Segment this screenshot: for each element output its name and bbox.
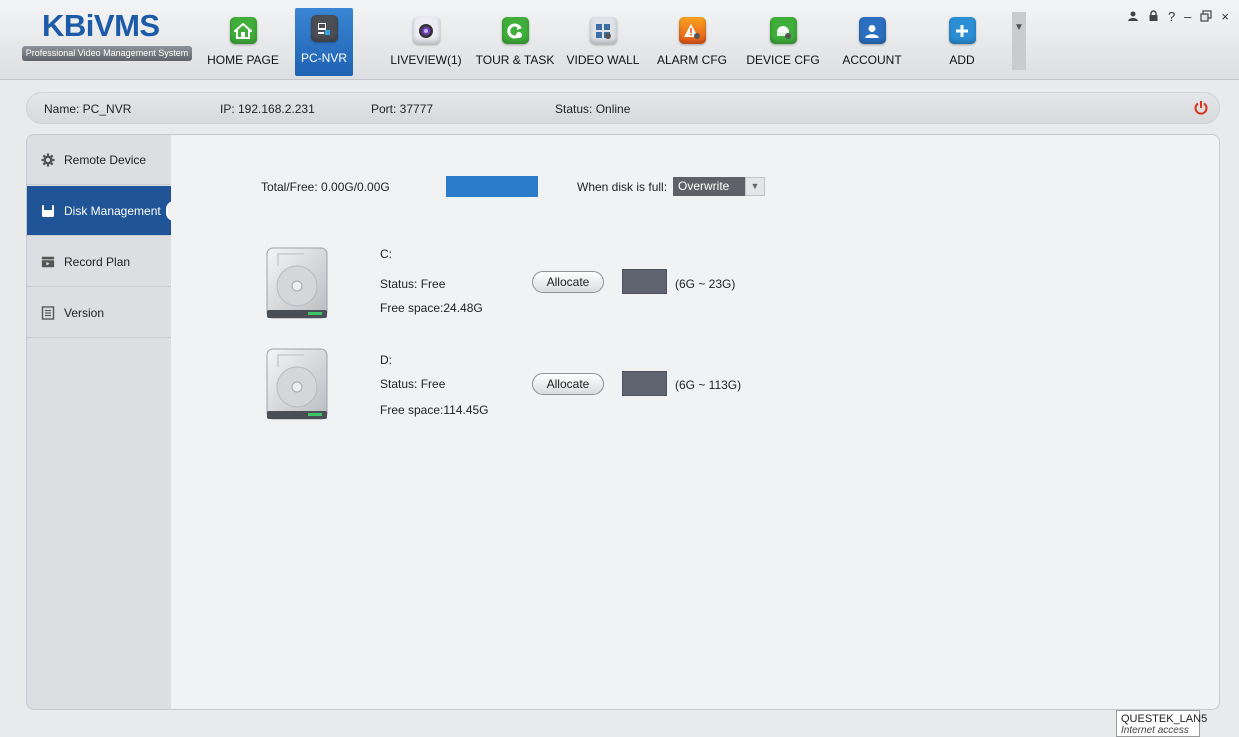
nav-account[interactable]: ACCOUNT bbox=[840, 10, 904, 76]
sidebar-item-label: Disk Management bbox=[64, 203, 161, 218]
allocate-range: (6G ~ 23G) bbox=[675, 277, 736, 291]
logo-subtitle: Professional Video Management System bbox=[22, 46, 192, 61]
nav-device-cfg[interactable]: DEVICE CFG bbox=[746, 10, 820, 76]
disk-full-policy-select[interactable]: Overwrite ▼ bbox=[673, 177, 765, 196]
allocate-button[interactable]: Allocate bbox=[532, 373, 604, 395]
sidebar-item-remote-device[interactable]: Remote Device bbox=[27, 135, 172, 185]
chevron-down-icon[interactable]: ▼ bbox=[745, 177, 765, 196]
allocate-size-input[interactable] bbox=[622, 269, 667, 294]
nav-pc-nvr[interactable]: PC-NVR bbox=[295, 8, 353, 76]
device-ip: IP: 192.168.2.231 bbox=[220, 102, 315, 116]
alarm-icon bbox=[678, 17, 706, 44]
refresh-icon bbox=[501, 17, 529, 44]
disk-drive-label: C: bbox=[380, 247, 392, 261]
sidebar: Remote Device Disk Management Record Pla… bbox=[26, 134, 174, 710]
hard-disk-icon bbox=[266, 348, 328, 420]
nav-label: PC-NVR bbox=[300, 51, 347, 65]
disk-management-panel: Total/Free: 0.00G/0.00G When disk is ful… bbox=[171, 134, 1220, 710]
allocate-size-input[interactable] bbox=[622, 371, 667, 396]
nav-label: TOUR & TASK bbox=[475, 53, 555, 67]
capacity-bar bbox=[446, 176, 538, 197]
allocate-range: (6G ~ 113G) bbox=[675, 378, 742, 392]
disk-full-policy-value: Overwrite bbox=[673, 177, 745, 196]
lock-icon[interactable] bbox=[1148, 10, 1159, 25]
nav-label: DEVICE CFG bbox=[746, 53, 820, 67]
power-icon[interactable] bbox=[1193, 100, 1209, 116]
device-cfg-icon bbox=[769, 17, 797, 44]
device-status: Status: Online bbox=[555, 102, 631, 116]
sidebar-item-label: Record Plan bbox=[64, 254, 131, 269]
more-tabs-dropdown-icon[interactable]: ▼ bbox=[1012, 12, 1026, 70]
help-icon[interactable]: ? bbox=[1168, 10, 1175, 25]
total-free-label: Total/Free: 0.00G/0.00G bbox=[261, 180, 390, 194]
device-info-bar: Name: PC_NVR IP: 192.168.2.231 Port: 377… bbox=[26, 92, 1220, 124]
hard-disk-icon bbox=[266, 247, 328, 319]
sidebar-item-disk-management[interactable]: Disk Management bbox=[27, 186, 174, 236]
video-wall-icon bbox=[589, 17, 617, 44]
window-controls: ? – × bbox=[1127, 10, 1229, 25]
add-icon bbox=[948, 17, 976, 44]
restore-icon[interactable] bbox=[1200, 10, 1213, 25]
disk-free-space: Free space:114.45G bbox=[380, 403, 489, 417]
gear-icon bbox=[41, 153, 55, 166]
disk-status: Status: Free bbox=[380, 377, 446, 391]
nav-label: LIVEVIEW(1) bbox=[390, 53, 462, 67]
allocate-button[interactable]: Allocate bbox=[532, 271, 604, 293]
sidebar-item-label: Version bbox=[64, 305, 105, 320]
nav-label: HOME PAGE bbox=[207, 53, 279, 67]
disk-drive-label: D: bbox=[380, 353, 392, 367]
minimize-icon[interactable]: – bbox=[1184, 10, 1191, 25]
disk-icon bbox=[42, 204, 54, 217]
nav-label: ALARM CFG bbox=[656, 53, 727, 67]
pc-nvr-icon bbox=[310, 15, 338, 42]
nav-video-wall[interactable]: VIDEO WALL bbox=[566, 10, 640, 76]
home-icon bbox=[229, 17, 257, 44]
disk-status: Status: Free bbox=[380, 277, 446, 291]
close-icon[interactable]: × bbox=[1221, 10, 1229, 25]
device-name: Name: PC_NVR bbox=[44, 102, 132, 116]
sidebar-item-version[interactable]: Version bbox=[27, 288, 172, 338]
when-disk-full-label: When disk is full: bbox=[577, 180, 668, 194]
camera-icon bbox=[412, 17, 440, 44]
sidebar-item-label: Remote Device bbox=[64, 152, 147, 167]
user-icon[interactable] bbox=[1127, 10, 1139, 25]
logo-text: KBiVMS bbox=[42, 8, 160, 43]
nav-label: ACCOUNT bbox=[842, 53, 902, 67]
network-tooltip: QUESTEK_LAN5 Internet access bbox=[1116, 710, 1208, 737]
nav-add[interactable]: ADD bbox=[940, 10, 984, 76]
app-logo: KBiVMS Professional Video Management Sys… bbox=[16, 6, 192, 68]
top-toolbar: KBiVMS Professional Video Management Sys… bbox=[0, 0, 1239, 80]
nav-liveview[interactable]: LIVEVIEW(1) bbox=[386, 10, 466, 76]
nav-label: ADD bbox=[949, 53, 975, 67]
record-plan-icon bbox=[41, 256, 55, 267]
nav-label: VIDEO WALL bbox=[566, 53, 640, 67]
device-port: Port: 37777 bbox=[371, 102, 434, 116]
version-icon bbox=[41, 305, 55, 320]
account-icon bbox=[858, 17, 886, 44]
network-name: QUESTEK_LAN5 bbox=[1121, 713, 1208, 725]
disk-free-space: Free space:24.48G bbox=[380, 301, 483, 315]
nav-home-page[interactable]: HOME PAGE bbox=[207, 10, 279, 76]
sidebar-item-record-plan[interactable]: Record Plan bbox=[27, 237, 172, 287]
nav-tour-task[interactable]: TOUR & TASK bbox=[474, 10, 556, 76]
nav-alarm-cfg[interactable]: ALARM CFG bbox=[656, 10, 728, 76]
network-status: Internet access bbox=[1121, 725, 1189, 736]
